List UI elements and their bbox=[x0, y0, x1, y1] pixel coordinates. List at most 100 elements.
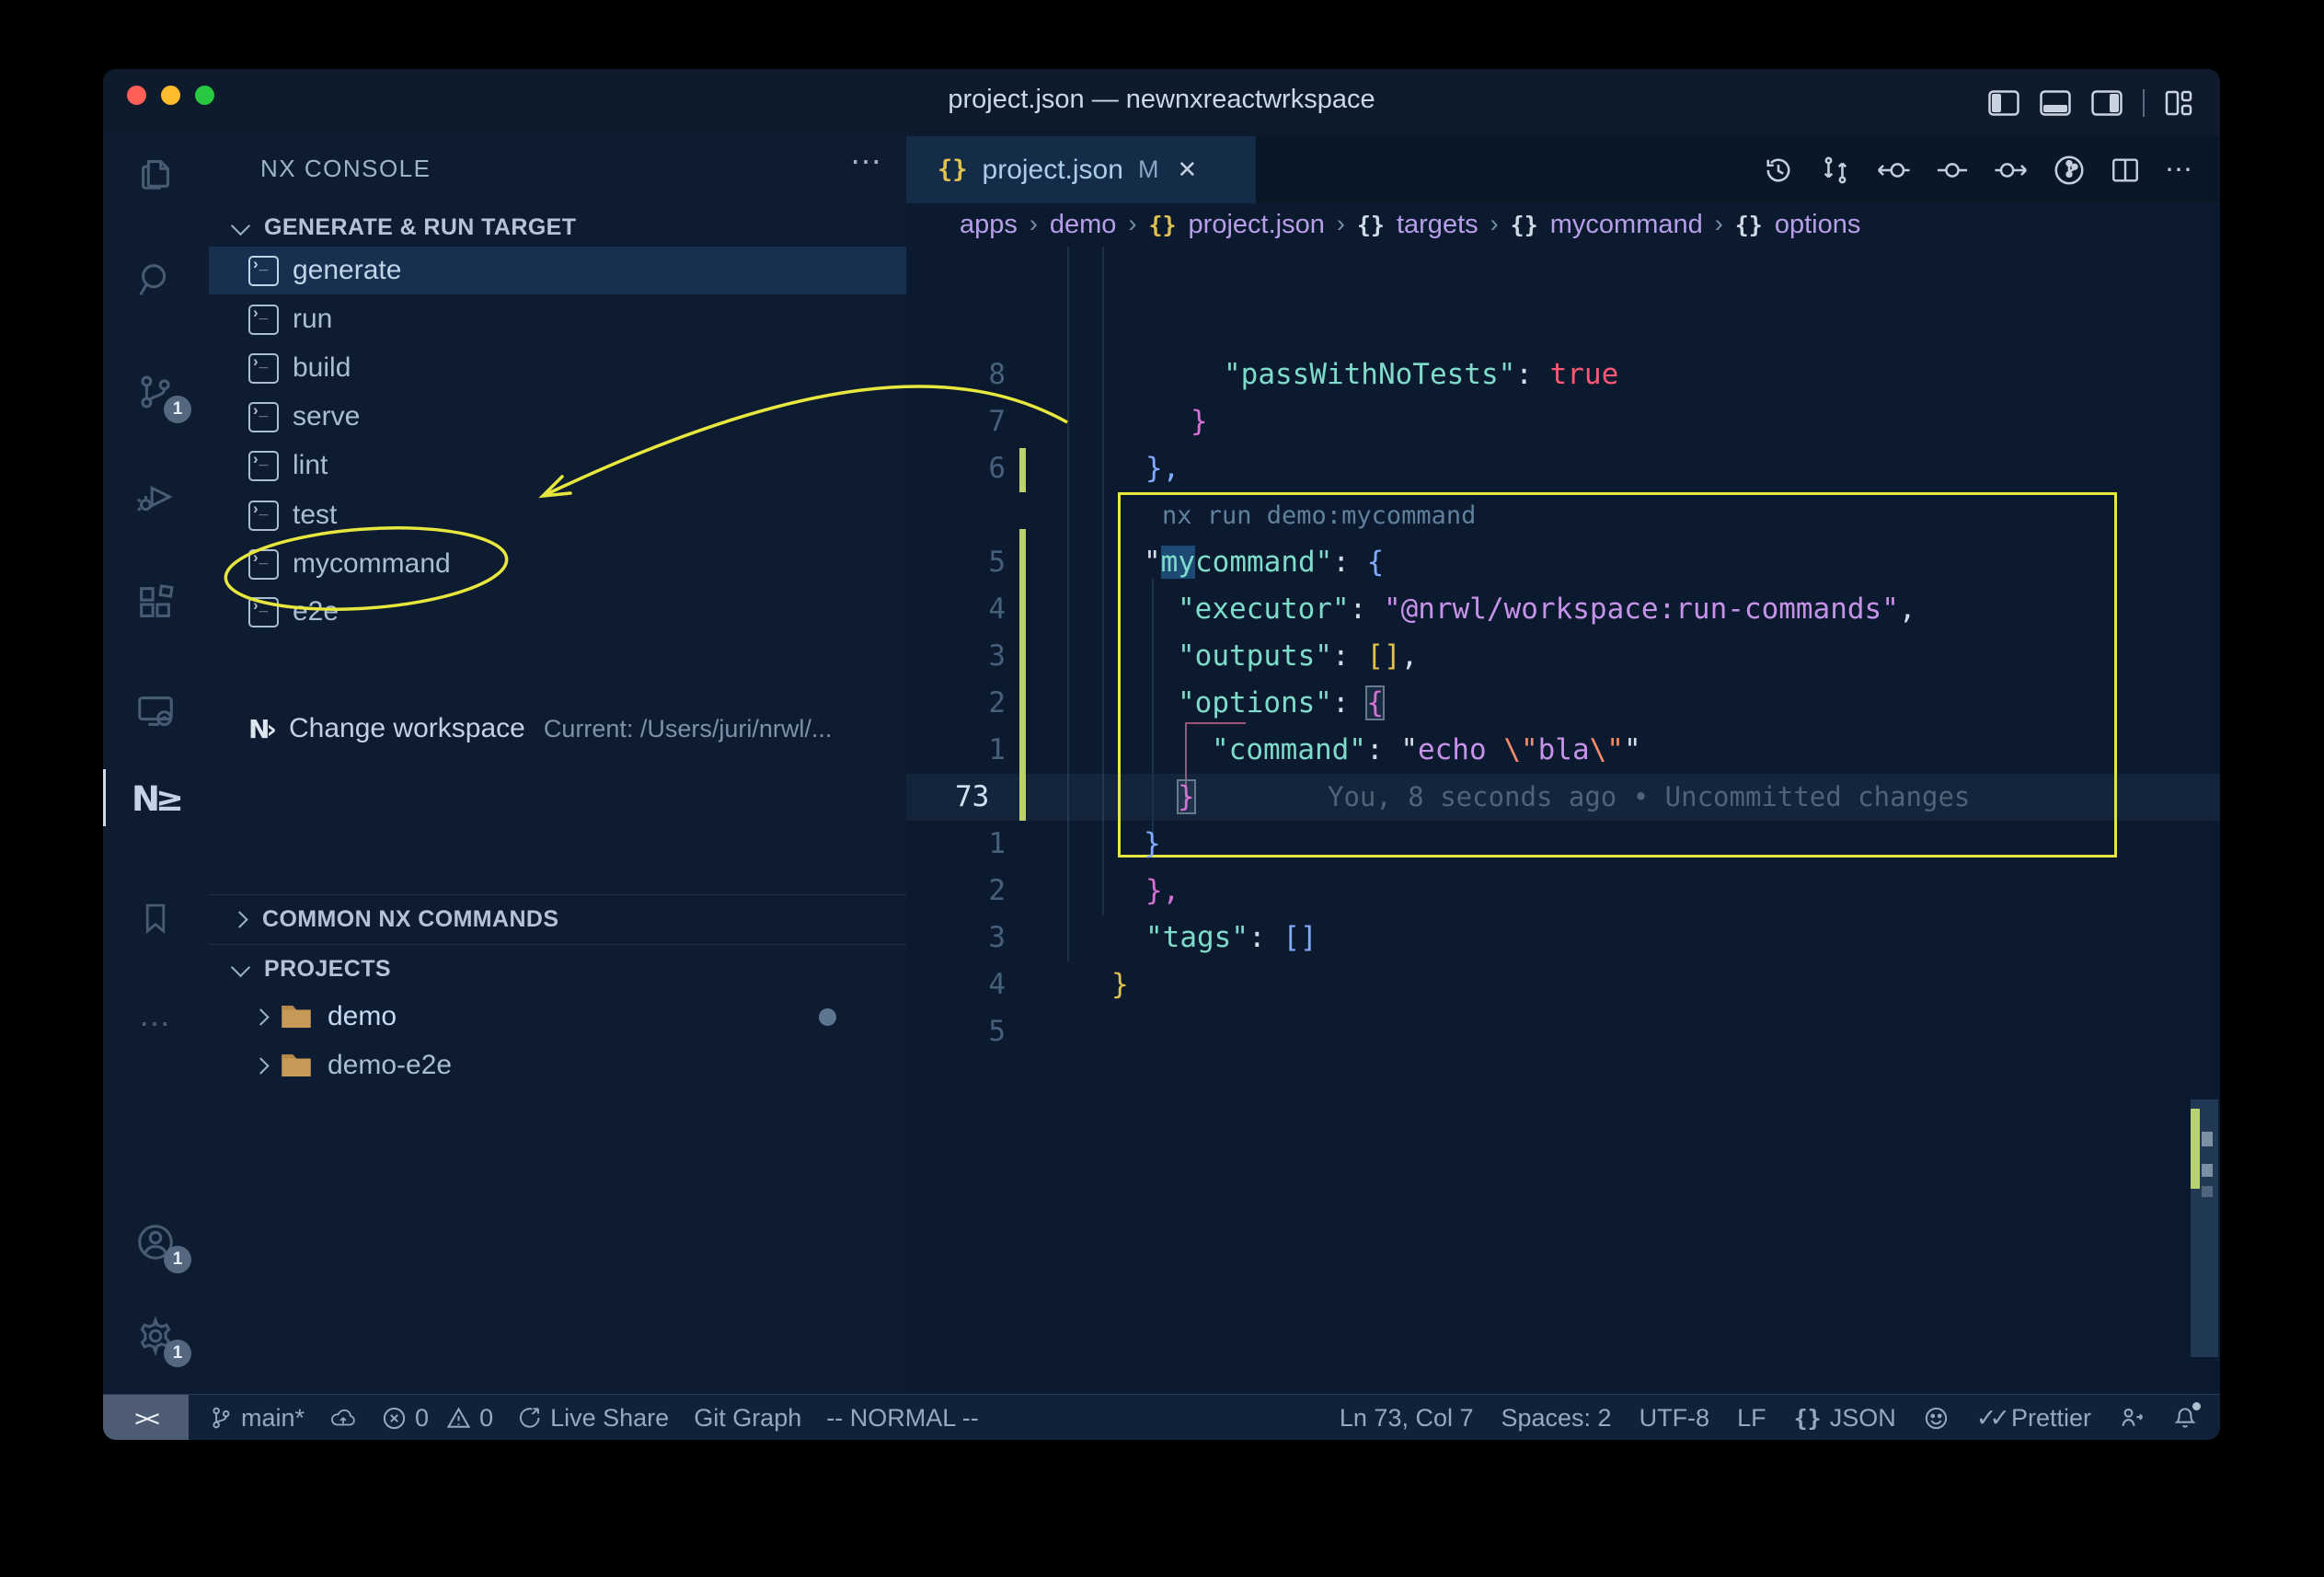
sidebar-more-icon[interactable]: ⋯ bbox=[850, 144, 882, 180]
current-change-icon[interactable] bbox=[1935, 154, 1970, 187]
target-item-run[interactable]: ›_ run bbox=[209, 295, 906, 343]
problems-status[interactable]: 0 0 bbox=[382, 1404, 493, 1433]
settings-gear-icon[interactable]: 1 bbox=[103, 1306, 208, 1365]
branch-status[interactable]: main* bbox=[209, 1404, 305, 1433]
titlebar-separator bbox=[2143, 89, 2145, 117]
activity-bar: 1 N≥ ⋯ 1 1 bbox=[103, 136, 210, 1394]
indent-guide bbox=[1152, 578, 1154, 837]
breadcrumb-separator: › bbox=[1128, 210, 1136, 238]
line-number: 73 bbox=[955, 774, 1043, 821]
split-editor-icon[interactable] bbox=[2110, 155, 2141, 186]
section-common-nx-commands[interactable]: COMMON NX COMMANDS bbox=[209, 894, 906, 943]
person-session-icon[interactable] bbox=[2119, 1405, 2145, 1431]
overview-ruler-mark bbox=[2202, 1164, 2213, 1177]
prettier-status[interactable]: ✓✓ Prettier bbox=[1976, 1404, 2091, 1433]
search-icon[interactable] bbox=[103, 250, 208, 309]
code-line: "executor": "@nrwl/workspace:run-command… bbox=[1178, 586, 1916, 633]
line-number: 5 bbox=[917, 539, 1006, 586]
code-token: " bbox=[1144, 546, 1161, 579]
tab-modified-indicator: M bbox=[1138, 155, 1159, 184]
breadcrumb-item-project-json[interactable]: project.json bbox=[1189, 210, 1325, 240]
target-item-mycommand[interactable]: ›_ mycommand bbox=[209, 540, 906, 588]
cloud-upload-icon bbox=[329, 1406, 357, 1430]
eol-status[interactable]: LF bbox=[1737, 1404, 1766, 1433]
chevron-down-icon bbox=[231, 215, 250, 235]
warning-count: 0 bbox=[479, 1404, 493, 1433]
git-graph-button[interactable]: Git Graph bbox=[694, 1404, 801, 1433]
extensions-icon[interactable] bbox=[103, 573, 208, 632]
sync-status[interactable] bbox=[329, 1406, 357, 1430]
next-change-icon[interactable] bbox=[1994, 154, 2029, 187]
language-mode[interactable]: {} JSON bbox=[1794, 1404, 1896, 1433]
code-line: } bbox=[1111, 961, 1129, 1008]
feedback-smiley-icon[interactable] bbox=[1924, 1406, 1949, 1431]
remote-indicator[interactable]: >< bbox=[103, 1395, 189, 1440]
code-token: : bbox=[1332, 639, 1366, 673]
target-item-serve[interactable]: ›_ serve bbox=[209, 393, 906, 441]
code-line: nx run demo:mycommand bbox=[1162, 492, 1476, 539]
breadcrumb-item-mycommand[interactable]: mycommand bbox=[1550, 210, 1703, 240]
target-item-e2e[interactable]: ›_ e2e bbox=[209, 588, 906, 636]
toggle-sidebar-left-icon[interactable] bbox=[1988, 90, 2019, 116]
nx-console-icon[interactable]: N≥ bbox=[103, 769, 208, 828]
more-views-icon[interactable]: ⋯ bbox=[103, 995, 208, 1053]
warning-icon bbox=[446, 1406, 471, 1431]
bookmarks-icon[interactable] bbox=[103, 889, 208, 948]
line-number: 2 bbox=[917, 868, 1006, 915]
folder-icon bbox=[280, 1052, 313, 1079]
target-label: build bbox=[293, 352, 351, 384]
breadcrumb-item-demo[interactable]: demo bbox=[1050, 210, 1117, 240]
target-label: mycommand bbox=[293, 548, 451, 580]
code-token: } bbox=[1191, 405, 1208, 438]
code-token: true bbox=[1550, 358, 1619, 391]
compare-changes-icon[interactable] bbox=[1819, 154, 1852, 187]
target-item-build[interactable]: ›_ build bbox=[209, 344, 906, 392]
source-control-icon[interactable]: 1 bbox=[103, 363, 208, 421]
line-number: 7 bbox=[917, 398, 1006, 445]
target-item-test[interactable]: ›_ test bbox=[209, 491, 906, 539]
breadcrumb: apps › demo › {} project.json › {} targe… bbox=[906, 203, 2220, 247]
timeline-history-icon[interactable] bbox=[1762, 154, 1795, 187]
gitlens-graph-icon[interactable] bbox=[2053, 154, 2086, 187]
breadcrumb-item-targets[interactable]: targets bbox=[1397, 210, 1478, 240]
project-item-demo-e2e[interactable]: demo-e2e bbox=[209, 1042, 906, 1089]
code-token: [] bbox=[1366, 639, 1400, 673]
target-label: e2e bbox=[293, 596, 339, 627]
live-share-label: Live Share bbox=[550, 1404, 669, 1433]
project-label: demo-e2e bbox=[328, 1050, 452, 1081]
more-actions-icon[interactable]: ⋯ bbox=[2165, 154, 2194, 186]
previous-change-icon[interactable] bbox=[1876, 154, 1911, 187]
accounts-icon[interactable]: 1 bbox=[103, 1213, 208, 1272]
vim-mode-indicator[interactable]: -- NORMAL -- bbox=[826, 1404, 978, 1433]
code-token: "@nrwl/workspace:run-commands" bbox=[1384, 593, 1899, 626]
explorer-icon[interactable] bbox=[103, 143, 208, 201]
run-debug-icon[interactable] bbox=[103, 467, 208, 526]
project-item-demo[interactable]: demo bbox=[209, 993, 906, 1041]
section-projects[interactable]: PROJECTS bbox=[209, 944, 906, 993]
toggle-panel-icon[interactable] bbox=[2040, 90, 2071, 116]
target-item-generate[interactable]: ›_ generate bbox=[209, 247, 906, 294]
tab-project-json[interactable]: {} project.json M ✕ bbox=[906, 136, 1256, 203]
code-token: \" bbox=[1503, 733, 1537, 766]
tab-close-icon[interactable]: ✕ bbox=[1177, 155, 1197, 184]
code-line: "passWithNoTests": true bbox=[1224, 351, 1618, 398]
breadcrumb-item-apps[interactable]: apps bbox=[960, 210, 1018, 240]
customize-layout-icon[interactable] bbox=[2165, 89, 2192, 117]
line-number: 6 bbox=[917, 445, 1006, 492]
section-generate-run-target[interactable]: GENERATE & RUN TARGET bbox=[209, 203, 906, 251]
code-area[interactable]: 8"passWithNoTests": true7}6},nx run demo… bbox=[906, 247, 2220, 1369]
live-share-button[interactable]: Live Share bbox=[518, 1404, 669, 1433]
notifications-bell-icon[interactable] bbox=[2172, 1405, 2198, 1431]
double-check-icon: ✓✓ bbox=[1976, 1404, 2003, 1433]
breadcrumb-item-options[interactable]: options bbox=[1775, 210, 1861, 240]
indentation-status[interactable]: Spaces: 2 bbox=[1501, 1404, 1612, 1433]
target-item-lint[interactable]: ›_ lint bbox=[209, 442, 906, 489]
encoding-status[interactable]: UTF-8 bbox=[1639, 1404, 1710, 1433]
git-graph-label: Git Graph bbox=[694, 1404, 801, 1433]
code-token: , bbox=[1899, 593, 1916, 626]
remote-explorer-icon[interactable] bbox=[103, 681, 208, 740]
change-workspace-item[interactable]: N› Change workspace Current: /Users/juri… bbox=[209, 705, 906, 753]
project-status-dot bbox=[819, 1008, 836, 1026]
cursor-position[interactable]: Ln 73, Col 7 bbox=[1340, 1404, 1474, 1433]
toggle-sidebar-right-icon[interactable] bbox=[2091, 90, 2123, 116]
